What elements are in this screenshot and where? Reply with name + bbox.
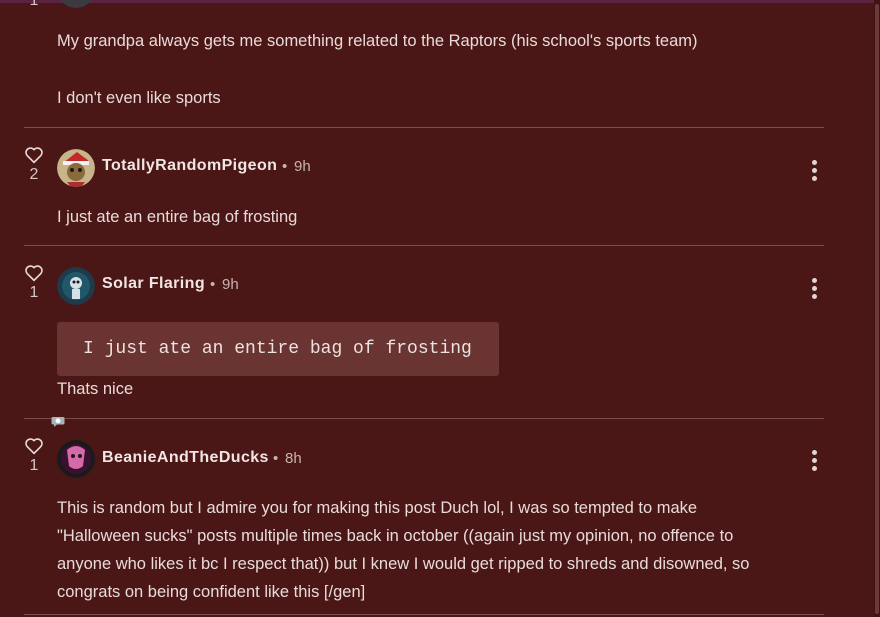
- comment-3: 1 BeanieAndTheDucks • 8h This is random …: [24, 417, 824, 617]
- vote-column: 1: [24, 437, 44, 475]
- comment-body-line-1: My grandpa always gets me something rela…: [57, 32, 698, 50]
- like-count: 1: [29, 284, 39, 301]
- avatar[interactable]: [57, 149, 95, 187]
- heart-icon[interactable]: [24, 264, 44, 282]
- vote-column: 2: [24, 146, 44, 184]
- comment-body-line-4: congrats on being confident like this [/…: [57, 583, 366, 601]
- scrollbar-thumb[interactable]: [875, 4, 879, 614]
- vote-column: 1: [24, 0, 44, 10]
- comment-body: Thats nice: [57, 380, 134, 398]
- more-options-icon[interactable]: [810, 278, 818, 299]
- username[interactable]: Solar Flaring: [102, 275, 205, 293]
- heart-icon[interactable]: [24, 146, 44, 164]
- timestamp: 8h: [285, 450, 302, 467]
- more-options-icon[interactable]: [810, 450, 818, 471]
- timestamp: 9h: [294, 158, 311, 175]
- dot-separator: •: [273, 450, 279, 467]
- comment-body-line-2: I don't even like sports: [57, 89, 221, 107]
- heart-icon[interactable]: [24, 437, 44, 455]
- comment-body: I just ate an entire bag of frosting: [57, 208, 298, 226]
- avatar[interactable]: [57, 440, 95, 478]
- username[interactable]: BeanieAndTheDucks: [102, 449, 269, 467]
- dot-separator: •: [210, 276, 216, 293]
- more-options-icon[interactable]: [810, 160, 818, 181]
- comment-2: 1 Solar Flaring • 9h I just ate an entir…: [24, 246, 824, 418]
- divider: [24, 614, 824, 615]
- like-count: 2: [29, 166, 39, 183]
- timestamp: 9h: [222, 276, 239, 293]
- chat-badge-icon: [51, 417, 65, 427]
- comment-1: 2 TotallyRandomPigeon • 9h I just ate an…: [24, 128, 824, 245]
- comment-body-line-1: This is random but I admire you for maki…: [57, 499, 698, 517]
- avatar[interactable]: [57, 0, 95, 8]
- comment-body-line-2: "Halloween sucks" posts multiple times b…: [57, 527, 734, 545]
- comment-0: 1 My grandpa always gets me something re…: [24, 0, 824, 127]
- like-count: 1: [29, 457, 39, 474]
- quote-block: I just ate an entire bag of frosting: [57, 322, 499, 376]
- scrollbar[interactable]: [874, 0, 880, 617]
- like-count: 1: [29, 0, 39, 9]
- avatar[interactable]: [57, 267, 95, 305]
- comment-body-line-3: anyone who likes it bc I respect that)) …: [57, 555, 750, 573]
- vote-column: 1: [24, 264, 44, 302]
- username[interactable]: TotallyRandomPigeon: [102, 157, 277, 175]
- dot-separator: •: [282, 158, 288, 175]
